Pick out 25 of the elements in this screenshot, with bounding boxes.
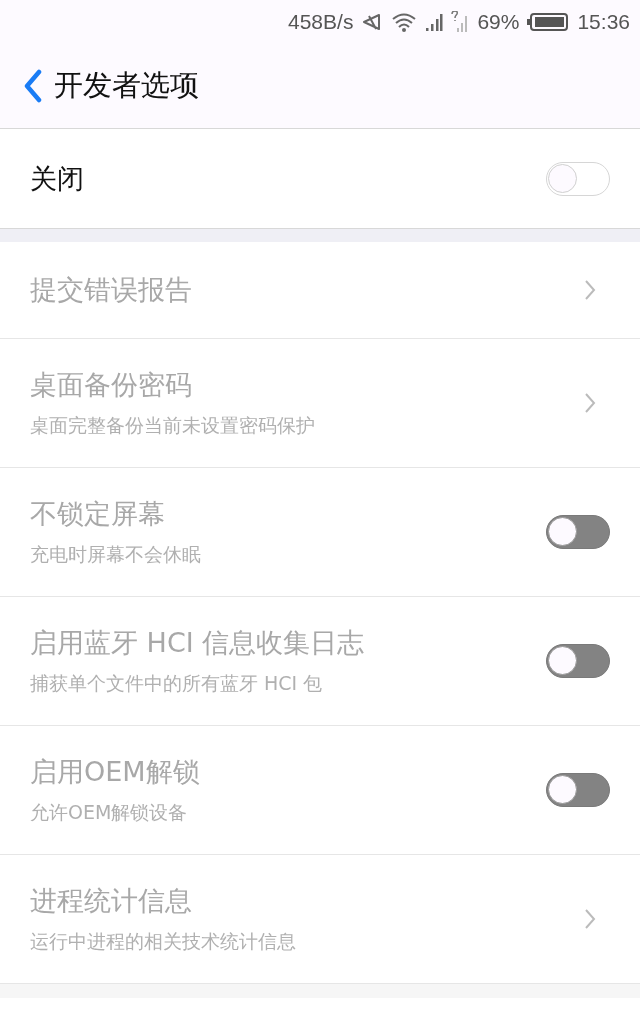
chevron-right-icon xyxy=(584,279,596,301)
clock: 15:36 xyxy=(577,10,630,34)
chevron-right-icon xyxy=(584,392,596,414)
setting-title: 提交错误报告 xyxy=(30,273,192,307)
back-icon xyxy=(24,69,42,103)
setting-description: 桌面完整备份当前未设置密码保护 xyxy=(30,413,315,438)
setting-description: 运行中进程的相关技术统计信息 xyxy=(30,929,296,954)
setting-title: 启用OEM解锁 xyxy=(30,755,200,789)
chevron-right-icon xyxy=(584,908,596,930)
back-button[interactable] xyxy=(24,69,42,103)
no-signal-icon xyxy=(451,11,470,33)
setting-description: 捕获单个文件中的所有蓝牙 HCI 包 xyxy=(30,671,324,696)
setting-description: 充电时屏幕不会休眠 xyxy=(30,542,201,567)
setting-title: 关闭 xyxy=(30,161,84,196)
setting-description: 允许OEM解锁设备 xyxy=(30,800,189,825)
setting-title: 桌面备份密码 xyxy=(30,368,193,402)
page-title: 开发者选项 xyxy=(54,67,199,104)
battery-icon xyxy=(527,12,570,32)
battery-percent: 69% xyxy=(477,10,520,34)
setting-title: 进程统计信息 xyxy=(30,884,193,918)
network-speed: 458B/s xyxy=(288,10,354,34)
setting-title: 启用蓝牙 HCI 信息收集日志 xyxy=(30,626,365,660)
setting-title: 不锁定屏幕 xyxy=(30,497,166,531)
signal-icon xyxy=(425,12,444,32)
wifi-icon xyxy=(391,12,418,32)
